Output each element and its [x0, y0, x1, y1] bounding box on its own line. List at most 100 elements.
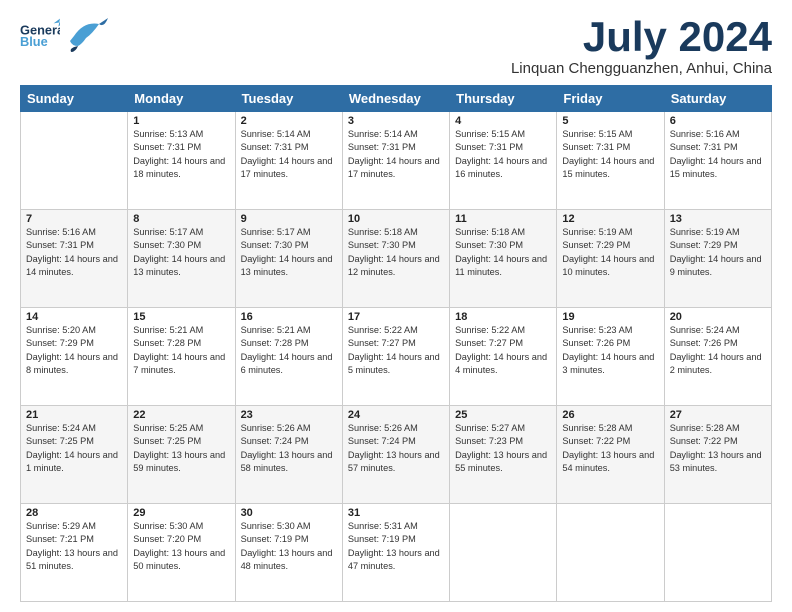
day-number: 5: [562, 115, 658, 127]
day-cell: 25Sunrise: 5:27 AM Sunset: 7:23 PM Dayli…: [450, 406, 557, 504]
day-cell: 4Sunrise: 5:15 AM Sunset: 7:31 PM Daylig…: [450, 112, 557, 210]
header: General Blue July 2024 Linquan Chengguan…: [20, 16, 772, 77]
day-number: 10: [348, 213, 444, 225]
weekday-thursday: Thursday: [450, 86, 557, 112]
day-cell: 31Sunrise: 5:31 AM Sunset: 7:19 PM Dayli…: [342, 504, 449, 602]
day-info: Sunrise: 5:30 AM Sunset: 7:19 PM Dayligh…: [241, 520, 337, 573]
logo-icon: General Blue: [20, 17, 60, 53]
week-row-2: 7Sunrise: 5:16 AM Sunset: 7:31 PM Daylig…: [21, 210, 772, 308]
day-cell: 14Sunrise: 5:20 AM Sunset: 7:29 PM Dayli…: [21, 308, 128, 406]
month-title: July 2024: [511, 16, 772, 58]
day-cell: 17Sunrise: 5:22 AM Sunset: 7:27 PM Dayli…: [342, 308, 449, 406]
logo-bird-svg: [64, 16, 108, 54]
day-info: Sunrise: 5:28 AM Sunset: 7:22 PM Dayligh…: [670, 422, 766, 475]
day-info: Sunrise: 5:24 AM Sunset: 7:26 PM Dayligh…: [670, 324, 766, 377]
day-info: Sunrise: 5:13 AM Sunset: 7:31 PM Dayligh…: [133, 128, 229, 181]
day-number: 21: [26, 409, 122, 421]
day-info: Sunrise: 5:14 AM Sunset: 7:31 PM Dayligh…: [241, 128, 337, 181]
day-number: 26: [562, 409, 658, 421]
day-cell: 9Sunrise: 5:17 AM Sunset: 7:30 PM Daylig…: [235, 210, 342, 308]
weekday-header-row: SundayMondayTuesdayWednesdayThursdayFrid…: [21, 86, 772, 112]
day-number: 7: [26, 213, 122, 225]
day-info: Sunrise: 5:19 AM Sunset: 7:29 PM Dayligh…: [562, 226, 658, 279]
day-number: 27: [670, 409, 766, 421]
weekday-monday: Monday: [128, 86, 235, 112]
day-cell: 24Sunrise: 5:26 AM Sunset: 7:24 PM Dayli…: [342, 406, 449, 504]
day-number: 2: [241, 115, 337, 127]
day-cell: 13Sunrise: 5:19 AM Sunset: 7:29 PM Dayli…: [664, 210, 771, 308]
day-number: 3: [348, 115, 444, 127]
day-cell: 11Sunrise: 5:18 AM Sunset: 7:30 PM Dayli…: [450, 210, 557, 308]
week-row-4: 21Sunrise: 5:24 AM Sunset: 7:25 PM Dayli…: [21, 406, 772, 504]
day-number: 15: [133, 311, 229, 323]
day-info: Sunrise: 5:29 AM Sunset: 7:21 PM Dayligh…: [26, 520, 122, 573]
day-info: Sunrise: 5:15 AM Sunset: 7:31 PM Dayligh…: [455, 128, 551, 181]
day-cell: 6Sunrise: 5:16 AM Sunset: 7:31 PM Daylig…: [664, 112, 771, 210]
day-number: 30: [241, 507, 337, 519]
day-info: Sunrise: 5:23 AM Sunset: 7:26 PM Dayligh…: [562, 324, 658, 377]
day-info: Sunrise: 5:14 AM Sunset: 7:31 PM Dayligh…: [348, 128, 444, 181]
day-cell: 21Sunrise: 5:24 AM Sunset: 7:25 PM Dayli…: [21, 406, 128, 504]
day-info: Sunrise: 5:16 AM Sunset: 7:31 PM Dayligh…: [670, 128, 766, 181]
day-info: Sunrise: 5:30 AM Sunset: 7:20 PM Dayligh…: [133, 520, 229, 573]
day-number: 13: [670, 213, 766, 225]
day-cell: 10Sunrise: 5:18 AM Sunset: 7:30 PM Dayli…: [342, 210, 449, 308]
day-cell: 1Sunrise: 5:13 AM Sunset: 7:31 PM Daylig…: [128, 112, 235, 210]
day-number: 1: [133, 115, 229, 127]
day-info: Sunrise: 5:15 AM Sunset: 7:31 PM Dayligh…: [562, 128, 658, 181]
day-info: Sunrise: 5:20 AM Sunset: 7:29 PM Dayligh…: [26, 324, 122, 377]
weekday-sunday: Sunday: [21, 86, 128, 112]
page: General Blue July 2024 Linquan Chengguan…: [0, 0, 792, 612]
day-cell: 2Sunrise: 5:14 AM Sunset: 7:31 PM Daylig…: [235, 112, 342, 210]
day-cell: 18Sunrise: 5:22 AM Sunset: 7:27 PM Dayli…: [450, 308, 557, 406]
day-cell: 28Sunrise: 5:29 AM Sunset: 7:21 PM Dayli…: [21, 504, 128, 602]
day-info: Sunrise: 5:28 AM Sunset: 7:22 PM Dayligh…: [562, 422, 658, 475]
day-number: 20: [670, 311, 766, 323]
day-number: 4: [455, 115, 551, 127]
day-number: 11: [455, 213, 551, 225]
day-number: 9: [241, 213, 337, 225]
day-cell: 15Sunrise: 5:21 AM Sunset: 7:28 PM Dayli…: [128, 308, 235, 406]
day-number: 29: [133, 507, 229, 519]
day-cell: [21, 112, 128, 210]
day-cell: 26Sunrise: 5:28 AM Sunset: 7:22 PM Dayli…: [557, 406, 664, 504]
day-number: 28: [26, 507, 122, 519]
day-info: Sunrise: 5:17 AM Sunset: 7:30 PM Dayligh…: [241, 226, 337, 279]
day-cell: [557, 504, 664, 602]
day-info: Sunrise: 5:27 AM Sunset: 7:23 PM Dayligh…: [455, 422, 551, 475]
day-cell: 3Sunrise: 5:14 AM Sunset: 7:31 PM Daylig…: [342, 112, 449, 210]
day-number: 31: [348, 507, 444, 519]
day-cell: 16Sunrise: 5:21 AM Sunset: 7:28 PM Dayli…: [235, 308, 342, 406]
svg-text:Blue: Blue: [20, 34, 48, 49]
day-cell: [664, 504, 771, 602]
day-cell: 8Sunrise: 5:17 AM Sunset: 7:30 PM Daylig…: [128, 210, 235, 308]
day-info: Sunrise: 5:26 AM Sunset: 7:24 PM Dayligh…: [241, 422, 337, 475]
location: Linquan Chengguanzhen, Anhui, China: [511, 60, 772, 77]
day-info: Sunrise: 5:18 AM Sunset: 7:30 PM Dayligh…: [348, 226, 444, 279]
day-number: 25: [455, 409, 551, 421]
day-number: 8: [133, 213, 229, 225]
day-cell: [450, 504, 557, 602]
weekday-saturday: Saturday: [664, 86, 771, 112]
day-cell: 12Sunrise: 5:19 AM Sunset: 7:29 PM Dayli…: [557, 210, 664, 308]
calendar-table: SundayMondayTuesdayWednesdayThursdayFrid…: [20, 85, 772, 602]
day-number: 18: [455, 311, 551, 323]
day-number: 24: [348, 409, 444, 421]
day-info: Sunrise: 5:22 AM Sunset: 7:27 PM Dayligh…: [455, 324, 551, 377]
day-number: 17: [348, 311, 444, 323]
weekday-wednesday: Wednesday: [342, 86, 449, 112]
day-info: Sunrise: 5:26 AM Sunset: 7:24 PM Dayligh…: [348, 422, 444, 475]
day-info: Sunrise: 5:19 AM Sunset: 7:29 PM Dayligh…: [670, 226, 766, 279]
day-cell: 20Sunrise: 5:24 AM Sunset: 7:26 PM Dayli…: [664, 308, 771, 406]
day-info: Sunrise: 5:17 AM Sunset: 7:30 PM Dayligh…: [133, 226, 229, 279]
day-cell: 29Sunrise: 5:30 AM Sunset: 7:20 PM Dayli…: [128, 504, 235, 602]
day-number: 12: [562, 213, 658, 225]
day-info: Sunrise: 5:31 AM Sunset: 7:19 PM Dayligh…: [348, 520, 444, 573]
title-block: July 2024 Linquan Chengguanzhen, Anhui, …: [511, 16, 772, 77]
weekday-tuesday: Tuesday: [235, 86, 342, 112]
day-info: Sunrise: 5:16 AM Sunset: 7:31 PM Dayligh…: [26, 226, 122, 279]
day-cell: 23Sunrise: 5:26 AM Sunset: 7:24 PM Dayli…: [235, 406, 342, 504]
logo: General Blue: [20, 16, 108, 54]
day-number: 6: [670, 115, 766, 127]
day-info: Sunrise: 5:24 AM Sunset: 7:25 PM Dayligh…: [26, 422, 122, 475]
